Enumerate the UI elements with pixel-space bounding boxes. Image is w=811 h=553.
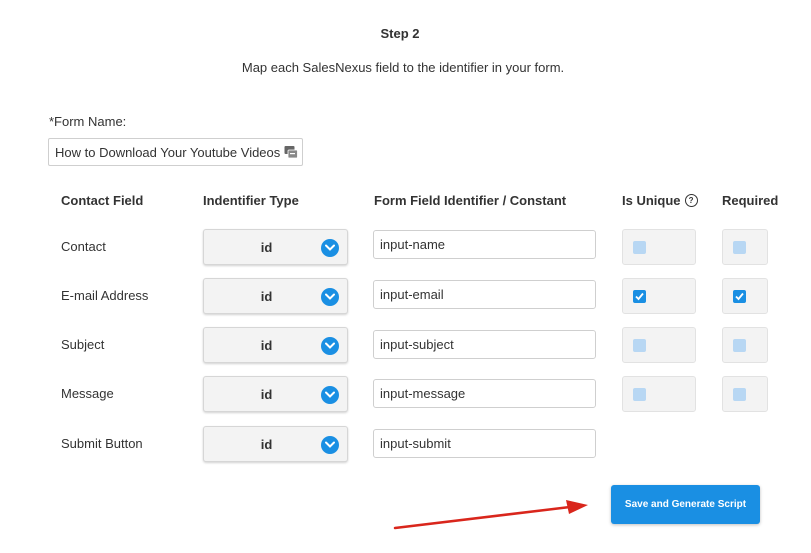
identifier-input[interactable]: input-subject	[373, 330, 596, 359]
required-checkbox-cell	[722, 229, 768, 265]
contact-field-label: Submit Button	[61, 436, 143, 451]
contact-field-label: Contact	[61, 239, 106, 254]
identifier-type-value: id	[260, 289, 273, 304]
step-description: Map each SalesNexus field to the identif…	[241, 60, 565, 75]
required-checkbox[interactable]	[733, 339, 746, 352]
is-unique-checkbox-cell	[622, 278, 696, 314]
identifier-input[interactable]: input-message	[373, 379, 596, 408]
autofill-icon[interactable]	[284, 145, 298, 159]
table-row: E-mail Address id input-email	[0, 278, 811, 314]
contact-field-label: E-mail Address	[61, 288, 149, 303]
header-is-unique: Is Unique ?	[622, 193, 698, 208]
chevron-down-icon	[321, 239, 339, 257]
save-and-generate-script-button[interactable]: Save and Generate Script	[611, 485, 760, 524]
chevron-down-icon	[321, 337, 339, 355]
identifier-input[interactable]: input-email	[373, 280, 596, 309]
identifier-type-value: id	[260, 240, 273, 255]
header-form-field: Form Field Identifier / Constant	[374, 193, 567, 208]
identifier-type-select[interactable]: id	[203, 278, 348, 314]
table-row: Message id input-message	[0, 376, 811, 412]
step-title: Step 2	[380, 26, 420, 41]
checkmark-icon	[635, 292, 644, 301]
is-unique-checkbox-cell	[622, 327, 696, 363]
header-is-unique-label: Is Unique	[622, 193, 681, 208]
required-checkbox[interactable]	[733, 290, 746, 303]
required-checkbox-cell	[722, 278, 768, 314]
form-name-label: *Form Name:	[49, 114, 127, 129]
chevron-down-icon	[321, 436, 339, 454]
chevron-down-icon	[321, 288, 339, 306]
required-checkbox[interactable]	[733, 388, 746, 401]
identifier-type-value: id	[260, 338, 273, 353]
identifier-input[interactable]: input-name	[373, 230, 596, 259]
contact-field-label: Message	[61, 386, 114, 401]
table-row: Submit Button id input-submit	[0, 426, 811, 462]
table-row: Subject id input-subject	[0, 327, 811, 363]
header-identifier-type: Indentifier Type	[203, 193, 299, 208]
table-row: Contact id input-name	[0, 229, 811, 265]
is-unique-checkbox[interactable]	[633, 290, 646, 303]
is-unique-checkbox[interactable]	[633, 241, 646, 254]
identifier-type-value: id	[260, 387, 273, 402]
checkmark-icon	[735, 292, 744, 301]
required-checkbox-cell	[722, 327, 768, 363]
identifier-input[interactable]: input-submit	[373, 429, 596, 458]
identifier-type-select[interactable]: id	[203, 426, 348, 462]
chevron-down-icon	[321, 386, 339, 404]
red-arrow-icon	[393, 500, 588, 530]
required-checkbox[interactable]	[733, 241, 746, 254]
identifier-type-select[interactable]: id	[203, 376, 348, 412]
is-unique-checkbox[interactable]	[633, 388, 646, 401]
is-unique-checkbox-cell	[622, 229, 696, 265]
contact-field-label: Subject	[61, 337, 105, 352]
question-circle-icon[interactable]: ?	[684, 194, 698, 207]
is-unique-checkbox-cell	[622, 376, 696, 412]
identifier-type-select[interactable]: id	[203, 229, 348, 265]
identifier-type-select[interactable]: id	[203, 327, 348, 363]
header-contact-field: Contact Field	[61, 193, 144, 208]
form-name-input[interactable]: How to Download Your Youtube Videos	[48, 138, 303, 166]
header-required: Required	[722, 193, 779, 208]
is-unique-checkbox[interactable]	[633, 339, 646, 352]
form-name-value: How to Download Your Youtube Videos	[55, 144, 281, 160]
identifier-type-value: id	[260, 437, 273, 452]
required-checkbox-cell	[722, 376, 768, 412]
